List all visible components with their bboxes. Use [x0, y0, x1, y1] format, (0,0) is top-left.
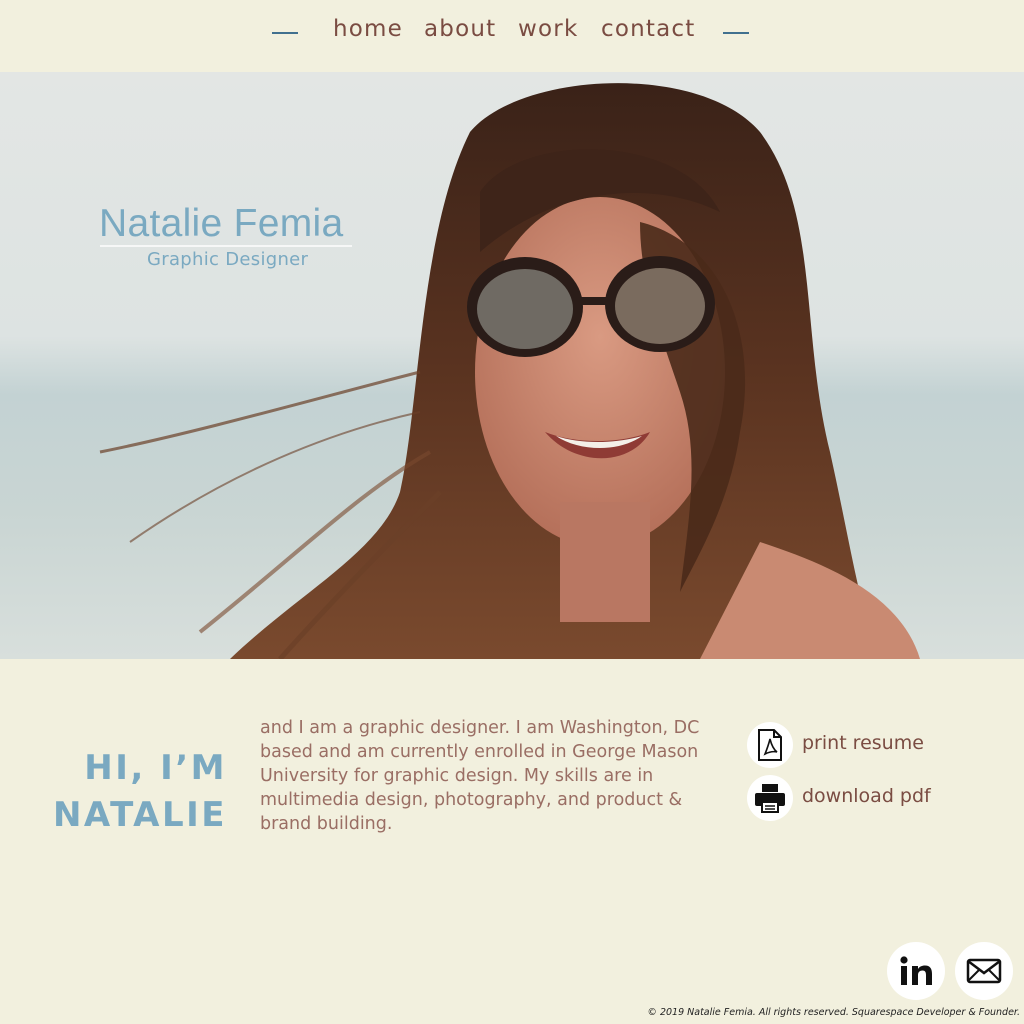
print-resume-button[interactable]: print resume: [747, 722, 967, 768]
hero-photo: [0, 72, 1024, 659]
hero-subtitle: Graphic Designer: [147, 249, 309, 270]
hero-banner: Natalie Femia Graphic Designer: [0, 72, 1024, 659]
nav-link-work[interactable]: work: [518, 16, 578, 42]
hero-name: Natalie Femia: [99, 202, 344, 245]
intro-bio: and I am a graphic designer. I am Washin…: [260, 718, 700, 834]
linkedin-button[interactable]: [887, 942, 945, 1000]
download-pdf-label: download pdf: [802, 785, 931, 807]
email-button[interactable]: [955, 942, 1013, 1000]
pdf-icon: [747, 722, 793, 768]
hero-name-underline: [100, 245, 352, 247]
intro-heading: HI, I’M NATALIE: [40, 745, 227, 839]
intro-heading-line2: NATALIE: [52, 795, 227, 835]
nav-right-dash: [723, 32, 749, 34]
download-pdf-button[interactable]: download pdf: [747, 775, 967, 821]
nav-link-contact[interactable]: contact: [601, 16, 695, 42]
print-resume-label: print resume: [802, 732, 924, 754]
nav-link-about[interactable]: about: [424, 16, 496, 42]
linkedin-icon: [900, 956, 932, 985]
nav-link-home[interactable]: home: [333, 16, 403, 42]
mail-icon: [966, 958, 1002, 984]
intro-heading-line1: HI, I’M: [84, 748, 227, 788]
printer-icon: [747, 775, 793, 821]
footer-copyright: © 2019 Natalie Femia. All rights reserve…: [647, 1007, 1020, 1018]
nav-left-dash: [272, 32, 298, 34]
top-nav: home about work contact: [0, 0, 1024, 72]
